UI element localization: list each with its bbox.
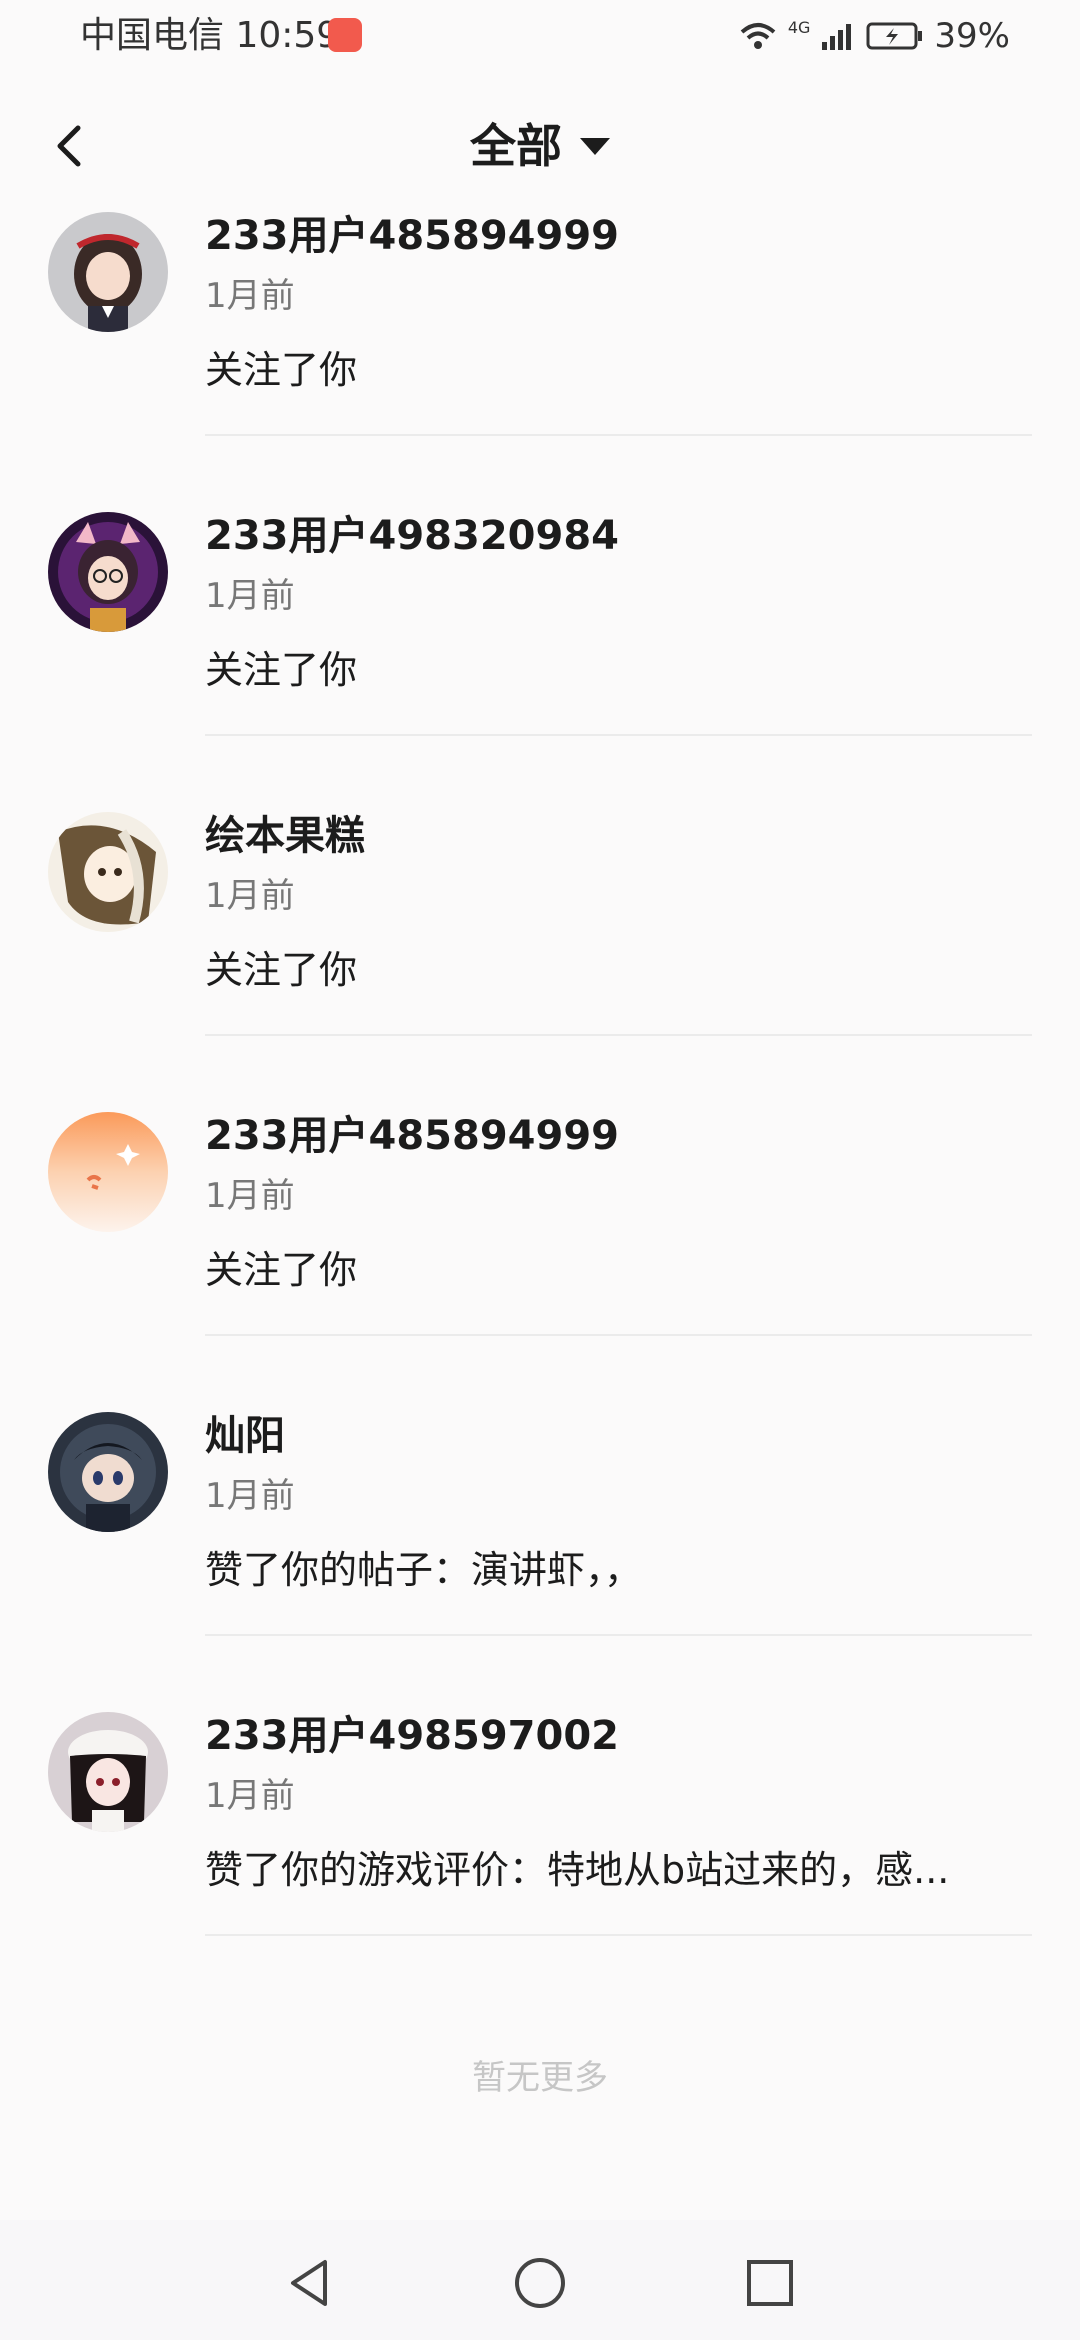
nav-recent-button[interactable]	[735, 2248, 805, 2318]
timestamp: 1月前	[205, 1176, 295, 1216]
divider	[205, 1034, 1032, 1036]
user-name[interactable]: 绘本果糕	[205, 808, 365, 864]
status-icons: 4G 39%	[738, 14, 1010, 58]
timestamp: 1月前	[205, 1476, 295, 1516]
list-item[interactable]: 233用户498597002 1月前 赞了你的游戏评价：特地从b站过来的，感..…	[0, 1700, 1080, 2000]
divider	[205, 1634, 1032, 1636]
signal-icon	[822, 24, 852, 50]
timestamp: 1月前	[205, 876, 295, 916]
notification-text: 关注了你	[205, 948, 358, 992]
triangle-back-icon	[291, 2260, 327, 2306]
list-item[interactable]: 灿阳 1月前 赞了你的帖子：演讲虾，，	[0, 1400, 1080, 1700]
carrier-time: 中国电信 10:59	[80, 15, 340, 56]
notification-list: 233用户485894999 1月前 关注了你 233用户498320984 1…	[0, 200, 1080, 2000]
battery-icon	[866, 22, 923, 50]
user-name[interactable]: 233用户498320984	[205, 508, 619, 564]
filter-dropdown[interactable]: 全部	[0, 116, 1080, 176]
battery-percent: 39%	[934, 16, 1010, 56]
avatar[interactable]	[48, 812, 168, 932]
user-name[interactable]: 233用户498597002	[205, 1708, 619, 1764]
system-nav-bar	[0, 2220, 1080, 2340]
list-item[interactable]: 233用户485894999 1月前 关注了你	[0, 1100, 1080, 1400]
notification-text: 关注了你	[205, 1248, 358, 1292]
divider	[205, 1934, 1032, 1936]
timestamp: 1月前	[205, 276, 295, 316]
timestamp: 1月前	[205, 576, 295, 616]
user-name[interactable]: 灿阳	[205, 1408, 285, 1464]
avatar[interactable]	[48, 1712, 168, 1832]
user-name[interactable]: 233用户485894999	[205, 208, 619, 264]
divider	[205, 434, 1032, 436]
avatar[interactable]	[48, 512, 168, 632]
avatar[interactable]	[48, 1112, 168, 1232]
nav-back-button[interactable]	[275, 2248, 345, 2318]
notification-text: 赞了你的帖子：演讲虾，，	[205, 1548, 643, 1592]
notification-text: 赞了你的游戏评价：特地从b站过来的，感...	[205, 1848, 950, 1892]
notification-text: 关注了你	[205, 348, 358, 392]
circle-home-icon	[515, 2258, 565, 2308]
page-title: 全部	[470, 119, 562, 173]
network-label: 4G	[787, 18, 811, 37]
avatar[interactable]	[48, 212, 168, 332]
square-recent-icon	[747, 2260, 793, 2306]
wifi-icon	[740, 23, 776, 49]
no-more-label: 暂无更多	[472, 2058, 608, 2098]
nav-home-button[interactable]	[505, 2248, 575, 2318]
list-item[interactable]: 233用户485894999 1月前 关注了你	[0, 200, 1080, 500]
divider	[205, 1334, 1032, 1336]
header: 全部	[0, 96, 1080, 196]
notification-text: 关注了你	[205, 648, 358, 692]
list-item[interactable]: 绘本果糕 1月前 关注了你	[0, 800, 1080, 1100]
status-bar: 中国电信 10:59 4G 39%	[0, 0, 1080, 72]
list-item[interactable]: 233用户498320984 1月前 关注了你	[0, 500, 1080, 800]
timestamp: 1月前	[205, 1776, 295, 1816]
app-notification-icon	[328, 18, 362, 52]
divider	[205, 734, 1032, 736]
dropdown-caret-icon	[580, 137, 610, 155]
avatar[interactable]	[48, 1412, 168, 1532]
user-name[interactable]: 233用户485894999	[205, 1108, 619, 1164]
